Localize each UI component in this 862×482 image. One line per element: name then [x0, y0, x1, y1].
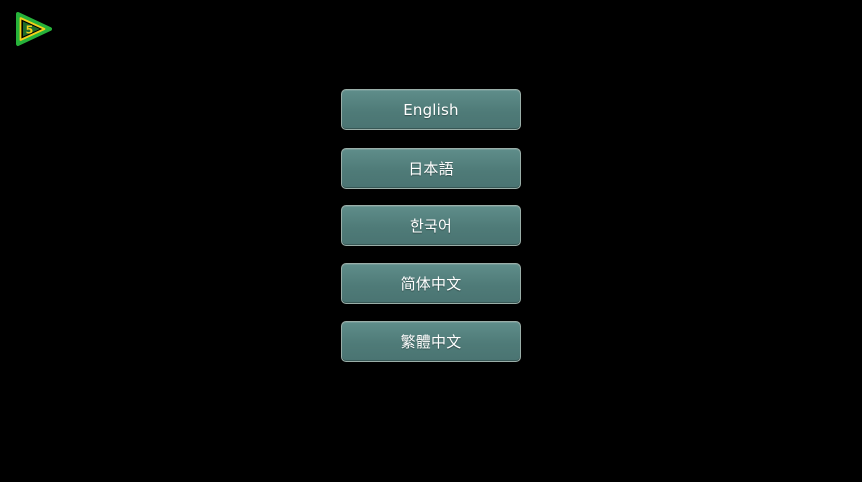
- logo-glyph: 5: [26, 24, 34, 37]
- language-button-korean[interactable]: 한국어: [341, 205, 521, 246]
- language-button-traditional-chinese[interactable]: 繁體中文: [341, 321, 521, 362]
- language-label: 日本語: [408, 159, 454, 178]
- language-button-simplified-chinese[interactable]: 简体中文: [341, 262, 521, 304]
- language-list: English 日本語 한국어 简体中文 繁體中文: [341, 89, 521, 362]
- language-label: English: [403, 100, 459, 119]
- language-label: 한국어: [409, 217, 452, 235]
- language-select-screen: 5 English 日本語 한국어 简体中文 繁體中文: [0, 0, 862, 482]
- language-button-english[interactable]: English: [341, 89, 521, 130]
- language-button-japanese[interactable]: 日本語: [341, 147, 521, 189]
- language-label: 繁體中文: [400, 333, 462, 351]
- app-logo-icon: 5: [16, 12, 52, 46]
- language-label: 简体中文: [400, 274, 462, 293]
